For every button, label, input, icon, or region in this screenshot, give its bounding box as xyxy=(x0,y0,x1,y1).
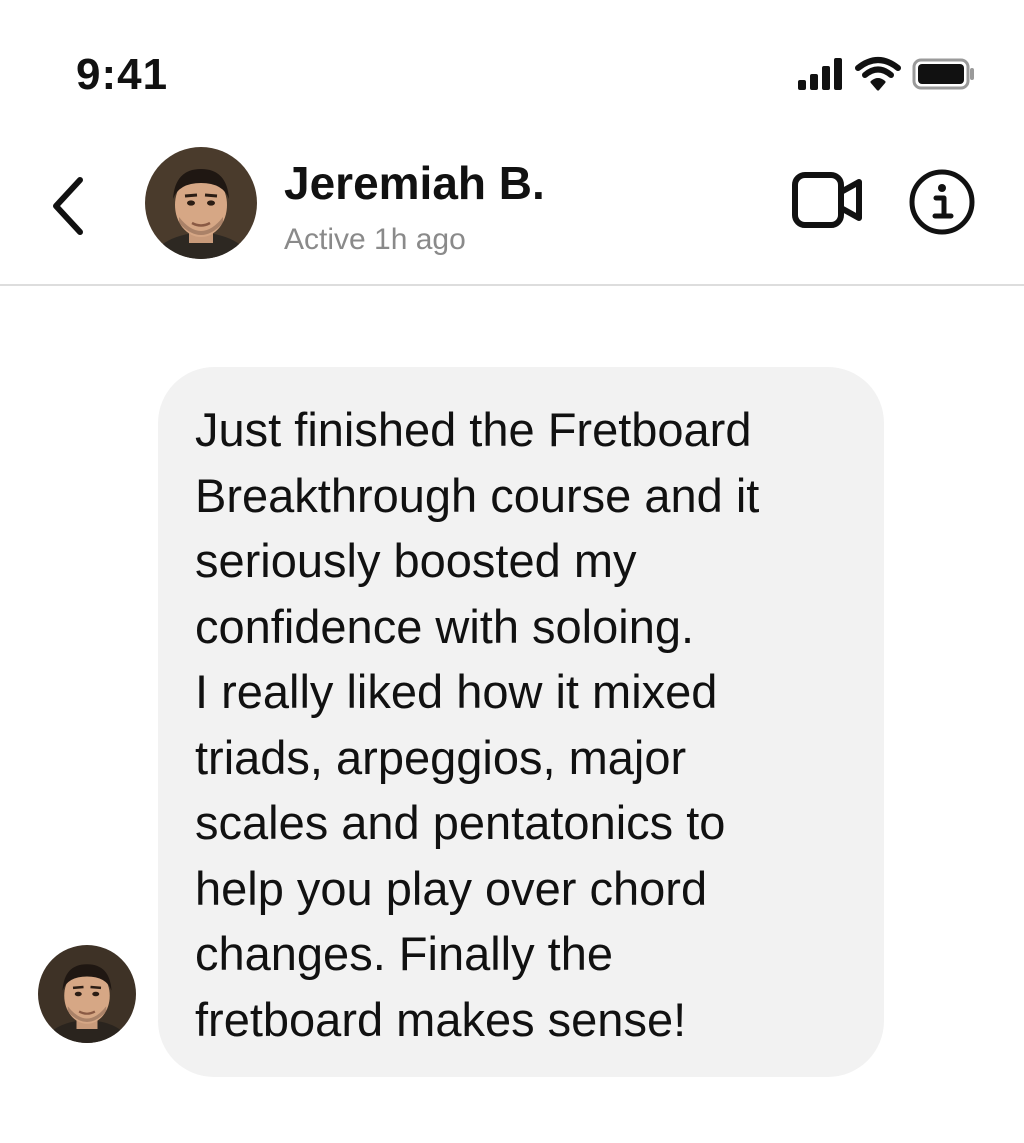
video-call-button[interactable] xyxy=(790,170,866,230)
avatar[interactable] xyxy=(145,147,257,259)
status-icons xyxy=(776,56,976,96)
contact-status: Active 1h ago xyxy=(284,223,466,256)
conversation-header: Jeremiah B. Active 1h ago xyxy=(0,130,1024,285)
header-divider xyxy=(0,284,1024,286)
status-time: 9:41 xyxy=(76,50,169,99)
info-icon xyxy=(909,169,975,235)
video-camera-icon xyxy=(792,172,862,228)
back-button[interactable] xyxy=(40,170,100,240)
battery-icon xyxy=(912,58,974,90)
info-button[interactable] xyxy=(908,168,976,236)
message-text: Just finished the Fretboard Breakthrough… xyxy=(195,403,760,1046)
chevron-left-icon xyxy=(53,177,83,235)
message-bubble[interactable]: Just finished the Fretboard Breakthrough… xyxy=(158,367,884,1077)
wifi-icon xyxy=(855,57,901,91)
message-avatar[interactable] xyxy=(38,945,136,1043)
contact-name[interactable]: Jeremiah B. xyxy=(284,156,545,210)
status-bar: 9:41 xyxy=(0,0,1024,130)
cellular-signal-icon xyxy=(798,58,842,90)
